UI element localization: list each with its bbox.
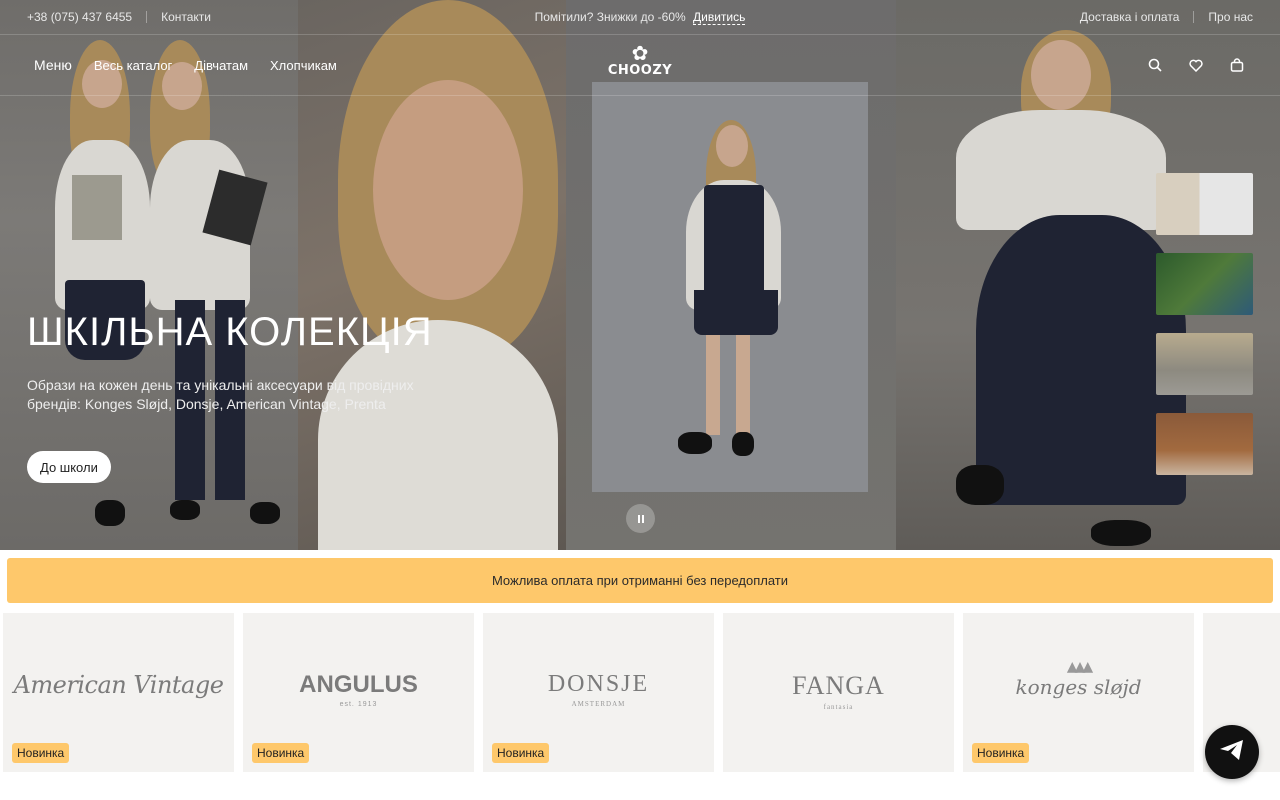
telegram-button[interactable]	[1205, 725, 1259, 779]
bag-icon[interactable]	[1227, 56, 1246, 75]
mountain-icon: ▲▲▲	[1066, 659, 1093, 675]
top-info-bar: +38 (075) 437 6455 Контакти Помітили? Зн…	[0, 0, 1280, 34]
new-badge: Новинка	[972, 743, 1030, 763]
new-badge: Новинка	[252, 743, 310, 763]
phone-link[interactable]: +38 (075) 437 6455	[27, 10, 132, 24]
hero-slider: +38 (075) 437 6455 Контакти Помітили? Зн…	[0, 0, 1280, 550]
brand-logo: DONSJE AMSTERDAM	[483, 671, 714, 708]
nav-menu[interactable]: Меню	[34, 57, 72, 73]
promo-text: Помітили? Знижки до -60%	[534, 10, 686, 24]
delivery-link[interactable]: Доставка і оплата	[1080, 10, 1180, 24]
brand-carousel: American Vintage Новинка ANGULUS est. 19…	[3, 613, 1280, 773]
slide-thumbnails	[1156, 173, 1253, 493]
brand-logo: ▲▲▲ konges sløjd	[963, 659, 1194, 699]
new-badge: Новинка	[12, 743, 70, 763]
hero-subtitle: Образи на кожен день та унікальні аксесу…	[27, 377, 414, 412]
brand-card[interactable]: FANGA fantasia	[723, 613, 954, 772]
brand-tagline: fantasia	[823, 703, 854, 711]
nav-boys[interactable]: Хлопчикам	[270, 58, 337, 73]
slide-thumbnail[interactable]	[1156, 333, 1253, 395]
payment-banner[interactable]: Можлива оплата при отриманні без передоп…	[7, 558, 1273, 603]
brand-logo: FANGA fantasia	[723, 671, 954, 711]
search-icon[interactable]	[1145, 56, 1164, 75]
divider	[1193, 11, 1195, 23]
to-school-button[interactable]: До школи	[27, 451, 111, 483]
contacts-link[interactable]: Контакти	[161, 10, 211, 24]
brand-tagline: est. 1913	[339, 701, 378, 708]
brand-card[interactable]: DONSJE AMSTERDAM Новинка	[483, 613, 714, 772]
pause-icon	[637, 510, 645, 528]
payment-banner-text: Можлива оплата при отриманні без передоп…	[491, 573, 789, 588]
new-badge: Новинка	[492, 743, 550, 763]
nav-catalog[interactable]: Весь каталог	[94, 58, 172, 73]
heart-icon[interactable]	[1186, 56, 1205, 75]
slide-thumbnail[interactable]	[1156, 413, 1253, 475]
brand-card[interactable]: ▲▲▲ konges sløjd Новинка	[963, 613, 1194, 772]
hero-title: ШКІЛЬНА КОЛЕКЦІЯ	[27, 310, 433, 354]
brand-logo: ANGULUS est. 1913	[243, 671, 474, 708]
pause-button[interactable]	[626, 504, 655, 533]
brand-logo: American Vintage	[13, 671, 224, 699]
nav-girls[interactable]: Дівчатам	[194, 58, 248, 73]
slide-thumbnail[interactable]	[1156, 173, 1253, 235]
flower-icon: ✿	[631, 43, 649, 65]
brand-card[interactable]: ANGULUS est. 1913 Новинка	[243, 613, 474, 772]
slide-thumbnail[interactable]	[1156, 253, 1253, 315]
brand-card[interactable]: American Vintage Новинка	[3, 613, 234, 772]
divider	[146, 11, 148, 23]
telegram-icon	[1219, 738, 1245, 767]
brand-tagline: AMSTERDAM	[571, 700, 626, 708]
promo-link[interactable]: Дивитись	[693, 10, 746, 25]
logo-text: CHOOZY	[607, 63, 673, 78]
main-nav: Меню Весь каталог Дівчатам Хлопчикам ✿ C…	[0, 34, 1280, 96]
about-link[interactable]: Про нас	[1208, 10, 1253, 24]
